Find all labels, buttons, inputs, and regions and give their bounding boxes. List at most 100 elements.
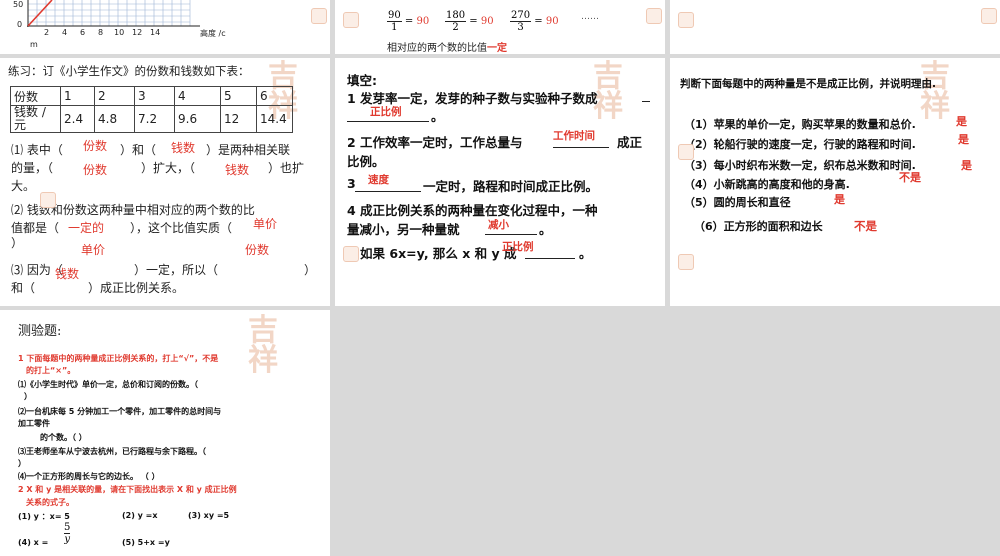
table-cell: 1 <box>60 86 95 106</box>
fill-q4-end: 。 <box>539 222 552 237</box>
fill-q2-end: 成正 <box>617 135 643 150</box>
x-axis-label: 高度 /c <box>200 29 226 38</box>
q1-text: ⑴ 表中（ <box>11 143 63 157</box>
table-cell: 12 <box>220 105 257 133</box>
answer-qianshu: 钱数 <box>55 267 80 281</box>
seal-stamp-icon <box>678 144 694 160</box>
table-cell: 5 <box>220 86 257 106</box>
fraction-3: 270 3 = 90 <box>510 10 559 33</box>
fill-q3: 一定时，路程和时间成正比例。 <box>423 179 599 194</box>
slide-quiz[interactable]: 吉祥 测验题: 1 下面每题中的两种量成正比例关系的，打上“√”，不是 的打上“… <box>0 310 330 556</box>
quiz-expr-2: (2) y =x <box>122 511 158 520</box>
table-cell: 9.6 <box>174 105 221 133</box>
answer-fenshu: 份数 <box>245 243 270 257</box>
answer-danjia: 单价 <box>81 243 106 257</box>
answer-shi: 是 <box>958 133 969 146</box>
judgment-item-3: （3）每小时织布米数一定，织布总米数和时间. <box>684 159 916 172</box>
x-tick: 2 <box>44 28 50 37</box>
judgment-item-4: （4）小新跳高的高度和他的身高. <box>684 178 850 191</box>
answer-shi: 是 <box>961 159 972 172</box>
quiz-expr-3: (3) xy =5 <box>188 511 230 520</box>
quiz-title: 测验题: <box>18 324 62 339</box>
seal-stamp-icon <box>678 254 694 270</box>
answer-bushi: 不是 <box>899 171 921 184</box>
judgment-title: 判断下面每题中的两种量是不是成正比例，并说明理由. <box>680 78 936 90</box>
ellipsis: …… <box>581 12 599 22</box>
q3-text: ）一定，所以（ <box>134 263 219 277</box>
table-row-header: 钱数 / 元 <box>10 105 61 133</box>
fraction-2: 180 2 = 90 <box>445 10 494 33</box>
slide-judgment[interactable]: 吉祥 判断下面每题中的两种量是不是成正比例，并说明理由. （1）苹果的单价一定，… <box>670 58 1000 306</box>
quiz-q1-head: 1 下面每题中的两种量成正比例关系的，打上“√”，不是 <box>18 354 219 363</box>
quiz-item-2: 的个数。（ ） <box>40 433 87 442</box>
table-cell: 4 <box>174 86 221 106</box>
judgment-item-1: （1）苹果的单价一定，购买苹果的数量和总价. <box>684 118 916 131</box>
watermark-logo: 吉祥 <box>248 313 278 378</box>
judgment-item-6: （6）正方形的面积和边长 <box>694 220 823 233</box>
slide-ratio-fractions[interactable]: 90 1 = 90 180 2 = 90 270 3 = 90 …… 相对应的两… <box>335 0 665 54</box>
q1-text: ）是两种相关联 <box>206 143 291 157</box>
practice-intro: 练习：订《小学生作文》的份数和钱数如下表： <box>8 64 250 78</box>
answer-qianshu: 钱数 <box>171 141 196 155</box>
quiz-expr-4: (4) x = <box>18 538 49 547</box>
quiz-expr-4-fraction: 5 y <box>64 522 71 545</box>
fill-q2b: 比例。 <box>347 154 385 169</box>
seal-stamp-icon <box>981 8 997 24</box>
judgment-item-2: （2）轮船行驶的速度一定，行驶的路程和时间. <box>684 138 916 151</box>
table-cell: 14.4 <box>256 105 293 133</box>
judgment-item-5: （5）圆的周长和直径 <box>684 196 791 209</box>
quiz-item-1: ⑴《小学生时代》单价一定，总价和订阅的份数。（ <box>18 380 198 389</box>
table-cell: 2 <box>94 86 135 106</box>
fill-q4: 4 成正比例关系的两种量在变化过程中，一种 <box>347 203 598 218</box>
table-cell: 3 <box>134 86 175 106</box>
seal-stamp-icon <box>311 8 327 24</box>
x-tick: 8 <box>98 28 104 37</box>
x-tick: 14 <box>150 28 161 37</box>
watermark-logo: 吉祥 <box>920 59 950 124</box>
blank-line <box>642 88 650 102</box>
q3-text: 和（ <box>11 281 36 295</box>
q3-text: ）成正比例关系。 <box>88 281 185 295</box>
seal-stamp-icon <box>343 12 359 28</box>
answer-jianxiao: 减小 <box>488 219 509 231</box>
x-tick: 6 <box>80 28 86 37</box>
seal-stamp-icon <box>646 8 662 24</box>
y-tick-0: 0 <box>17 20 23 29</box>
quiz-item-2: ⑵一台机床每 5 分钟加工一个零件，加工零件的总时间与 <box>18 407 222 416</box>
y-tick-50: 50 <box>13 0 24 9</box>
table-cell: 7.2 <box>134 105 175 133</box>
quiz-item-2: 加工零件 <box>18 419 50 428</box>
fraction-1: 90 1 = 90 <box>387 10 430 33</box>
q2-text: ），这个比值实质（ <box>130 221 233 235</box>
fill-q5-end: 。 <box>579 246 592 261</box>
quiz-item-1: ） <box>24 392 32 401</box>
answer-qianshu: 钱数 <box>225 163 250 177</box>
q3-text: ） <box>304 263 317 277</box>
x-tick: 4 <box>62 28 68 37</box>
quiz-item-4: ⑷一个正方形的周长与它的边长。 （ ） <box>18 472 160 481</box>
q2-text: ） <box>11 236 24 250</box>
slide-fill-blanks[interactable]: 吉祥 填空: 1 发芽率一定，发芽的种子数与实验种子数成 正比例 。 2 工作效… <box>335 58 665 306</box>
answer-zhengbili: 正比例 <box>370 106 402 118</box>
table-cell: 2.4 <box>60 105 95 133</box>
slide-graph-fragment[interactable]: 50 0 2 4 6 8 10 12 14 高度 /c m <box>0 0 330 54</box>
q1-text: 大。 <box>11 179 36 193</box>
ratio-conclusion: 相对应的两个数的比值一定 <box>387 43 507 54</box>
seal-stamp-icon <box>343 246 359 262</box>
quiz-item-3: ⑶王老师坐车从宁波去杭州，已行路程与余下路程。（ <box>18 447 206 456</box>
q1-text: ）扩大，（ <box>141 161 196 175</box>
fill-q5: 5 如果 6x=y, 那么 x 和 y 成 <box>347 246 517 261</box>
answer-shi: 是 <box>834 193 845 206</box>
slide-blank-top-right[interactable] <box>670 0 1000 54</box>
fill-title: 填空: <box>347 73 377 88</box>
answer-sudu: 速度 <box>368 174 389 186</box>
table-cell: 4.8 <box>94 105 135 133</box>
q1-text: 的量，（ <box>11 161 54 175</box>
quiz-expr-5: (5) 5+x =y <box>122 538 170 547</box>
fill-q4b: 量减小，另一种量就 <box>347 222 460 237</box>
answer-fenshu: 份数 <box>83 163 108 177</box>
answer-fenshu: 份数 <box>83 139 108 153</box>
slide-practice-table[interactable]: 吉祥 练习：订《小学生作文》的份数和钱数如下表： 份数 1 2 3 4 5 6 … <box>0 58 330 306</box>
answer-shi: 是 <box>956 115 967 128</box>
quiz-q2-head: 关系的式子。 <box>26 498 74 507</box>
